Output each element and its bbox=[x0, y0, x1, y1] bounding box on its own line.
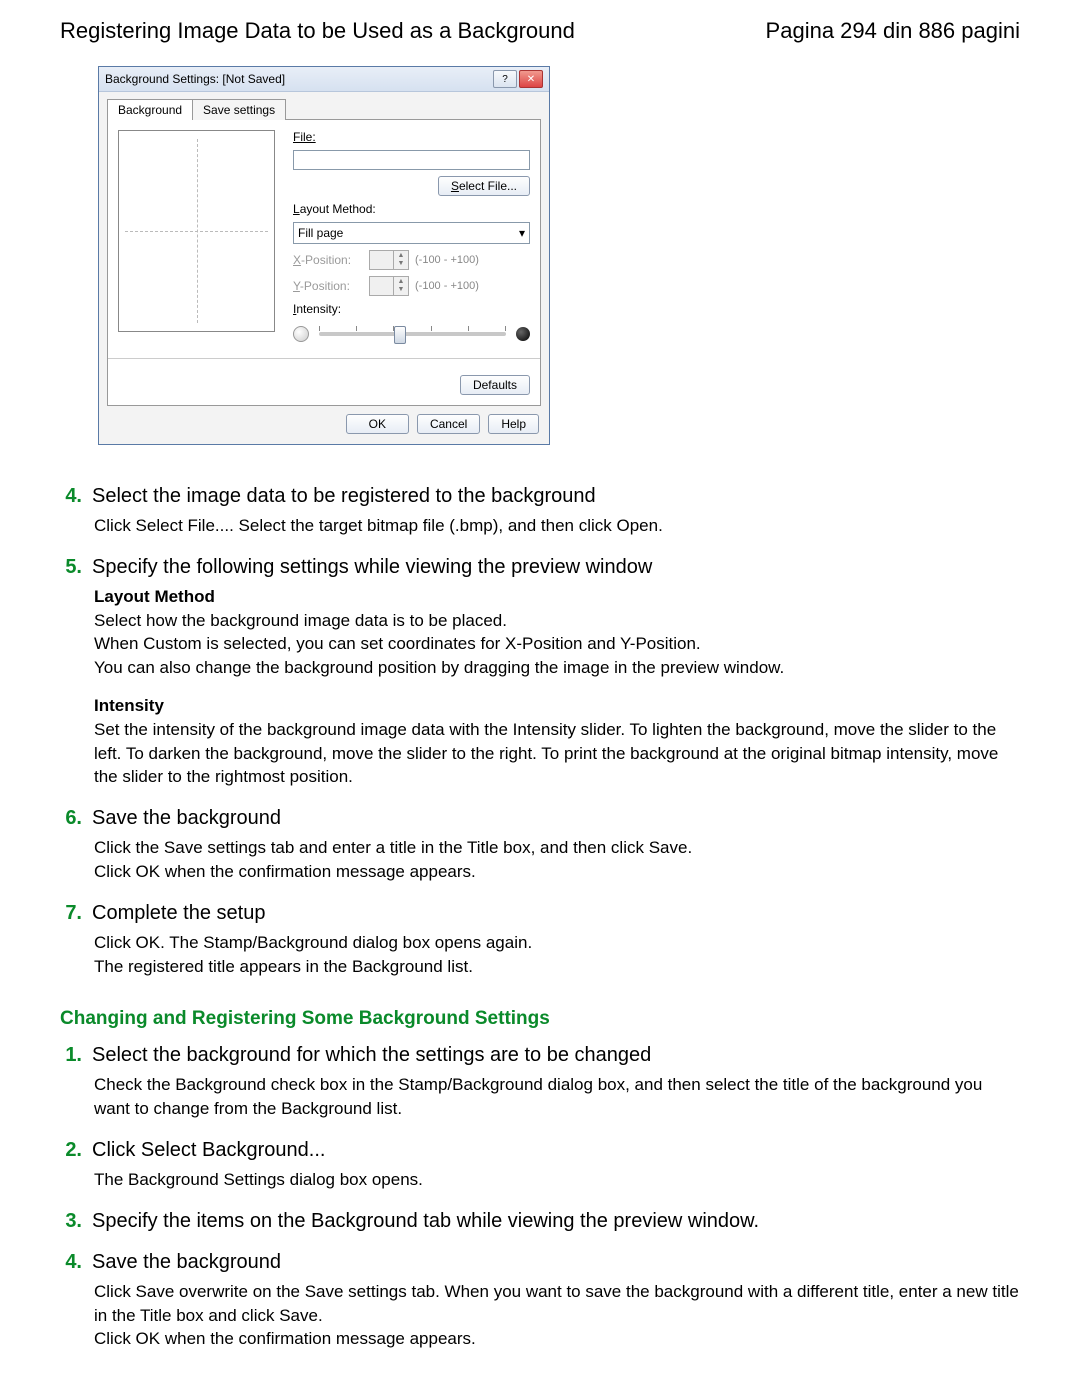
spinner-arrows-icon: ▲▼ bbox=[393, 277, 408, 295]
step-number: 6. bbox=[60, 807, 82, 830]
step-title: Specify the items on the Background tab … bbox=[92, 1210, 759, 1233]
chevron-down-icon: ▾ bbox=[519, 226, 525, 240]
step-title: Save the background bbox=[92, 1251, 281, 1274]
step-number: 4. bbox=[60, 485, 82, 508]
y-range-hint: (-100 - +100) bbox=[415, 280, 479, 292]
page-number: Pagina 294 din 886 pagini bbox=[766, 18, 1020, 44]
file-label: File: bbox=[293, 130, 530, 144]
x-range-hint: (-100 - +100) bbox=[415, 254, 479, 266]
layout-method-heading: Layout Method bbox=[94, 585, 1020, 609]
step-body-line: Click Save overwrite on the Save setting… bbox=[94, 1280, 1020, 1328]
spinner-arrows-icon: ▲▼ bbox=[393, 251, 408, 269]
intensity-label: Intensity: bbox=[293, 302, 530, 316]
ok-button[interactable]: OK bbox=[346, 414, 409, 434]
step-title: Select the background for which the sett… bbox=[92, 1044, 651, 1067]
layout-method-text: Select how the background image data is … bbox=[94, 609, 1020, 633]
layout-method-text: When Custom is selected, you can set coo… bbox=[94, 632, 1020, 656]
step-number: 4. bbox=[60, 1251, 82, 1274]
file-label-text: File: bbox=[293, 130, 316, 144]
step-number: 2. bbox=[60, 1139, 82, 1162]
y-position-input: ▲▼ bbox=[369, 276, 409, 296]
defaults-button[interactable]: Defaults bbox=[460, 375, 530, 395]
layout-method-text: You can also change the background posit… bbox=[94, 656, 1020, 680]
step-title: Select the image data to be registered t… bbox=[92, 485, 596, 508]
step-body: Click Select File.... Select the target … bbox=[94, 514, 1020, 538]
intensity-heading: Intensity bbox=[94, 694, 1020, 718]
step-body-line: Click OK. The Stamp/Background dialog bo… bbox=[94, 931, 1020, 955]
step-title: Click Select Background... bbox=[92, 1139, 325, 1162]
tab-background[interactable]: Background bbox=[107, 99, 193, 120]
step-number: 3. bbox=[60, 1210, 82, 1233]
dialog-title: Background Settings: [Not Saved] bbox=[105, 72, 285, 86]
tab-save-settings[interactable]: Save settings bbox=[192, 99, 286, 120]
step-title: Specify the following settings while vie… bbox=[92, 556, 652, 579]
step-number: 1. bbox=[60, 1044, 82, 1067]
select-file-button[interactable]: Select File... bbox=[438, 176, 530, 196]
intensity-max-icon bbox=[516, 327, 530, 341]
step-body: The Background Settings dialog box opens… bbox=[94, 1168, 1020, 1192]
layout-method-label: Layout Method: bbox=[293, 202, 530, 216]
cancel-button[interactable]: Cancel bbox=[417, 414, 480, 434]
x-position-label: X-Position: bbox=[293, 253, 363, 267]
step-title: Complete the setup bbox=[92, 902, 265, 925]
step-body: Check the Background check box in the St… bbox=[94, 1073, 1020, 1121]
intensity-text: Set the intensity of the background imag… bbox=[94, 718, 1020, 789]
y-position-label: Y-Position: bbox=[293, 279, 363, 293]
step-title: Save the background bbox=[92, 807, 281, 830]
dialog-titlebar: Background Settings: [Not Saved] ? ✕ bbox=[99, 67, 549, 92]
slider-thumb[interactable] bbox=[394, 326, 406, 344]
background-settings-dialog: Background Settings: [Not Saved] ? ✕ Bac… bbox=[98, 66, 550, 445]
step-body-line: The registered title appears in the Back… bbox=[94, 955, 1020, 979]
file-input[interactable] bbox=[293, 150, 530, 170]
step-body-line: Click OK when the confirmation message a… bbox=[94, 860, 1020, 884]
intensity-min-icon bbox=[293, 326, 309, 342]
step-number: 5. bbox=[60, 556, 82, 579]
step-body-line: Click the Save settings tab and enter a … bbox=[94, 836, 1020, 860]
step-number: 7. bbox=[60, 902, 82, 925]
step-body-line: Click OK when the confirmation message a… bbox=[94, 1327, 1020, 1351]
layout-method-select[interactable]: Fill page ▾ bbox=[293, 222, 530, 244]
layout-method-value: Fill page bbox=[298, 226, 343, 240]
intensity-slider[interactable] bbox=[319, 332, 506, 336]
help-button[interactable]: Help bbox=[488, 414, 539, 434]
close-icon[interactable]: ✕ bbox=[519, 70, 543, 88]
preview-area[interactable] bbox=[118, 130, 275, 332]
section-heading: Changing and Registering Some Background… bbox=[60, 1008, 1020, 1030]
page-title: Registering Image Data to be Used as a B… bbox=[60, 18, 575, 44]
x-position-input: ▲▼ bbox=[369, 250, 409, 270]
help-icon[interactable]: ? bbox=[493, 70, 517, 88]
